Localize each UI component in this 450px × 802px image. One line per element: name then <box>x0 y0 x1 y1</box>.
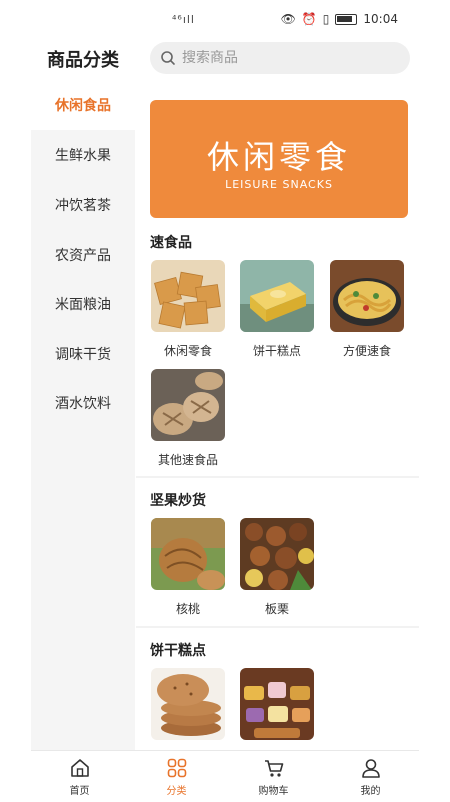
product-image <box>330 260 404 332</box>
tab-label: 分类 <box>166 785 187 797</box>
vibrate-icon: ▯ <box>322 12 330 26</box>
product-image <box>240 668 314 740</box>
banner-title: 休闲零食 <box>206 138 351 176</box>
sidebar-item-grain-oil[interactable]: 米面粮油 <box>31 279 135 329</box>
product-image <box>151 518 225 590</box>
search-bar[interactable] <box>150 42 410 74</box>
battery-icon <box>335 13 358 25</box>
tab-home[interactable]: 首页 <box>31 751 128 802</box>
banner-subtitle: LEISURE SNACKS <box>225 178 333 191</box>
section-title: 速食品 <box>150 235 192 251</box>
tab-label: 首页 <box>69 785 90 797</box>
product-label: 其他速食品 <box>157 453 218 467</box>
product-label: 方便速食 <box>342 344 391 358</box>
product-item-other-instant[interactable]: 其他速食品 <box>151 369 225 468</box>
product-label: 休闲零食 <box>163 344 212 358</box>
sidebar-item-seasoning[interactable]: 调味干货 <box>31 329 135 379</box>
page-title: 商品分类 <box>47 50 119 71</box>
product-image <box>151 668 225 740</box>
tab-label: 我的 <box>360 785 381 797</box>
tab-cart[interactable]: 购物车 <box>225 751 322 802</box>
sidebar-item-beverages[interactable]: 酒水饮料 <box>31 378 135 428</box>
signal-indicator: ⁴⁶ıll <box>172 13 195 26</box>
product-item-cookies[interactable] <box>151 668 225 740</box>
home-icon <box>70 758 89 777</box>
product-item-walnut[interactable]: 核桃 <box>151 518 225 617</box>
cart-icon <box>264 759 283 777</box>
tab-profile[interactable]: 我的 <box>322 751 419 802</box>
product-item-chestnut[interactable]: 板栗 <box>240 518 314 617</box>
section-title: 饼干糕点 <box>150 643 206 659</box>
product-item-biscuits[interactable]: 饼干糕点 <box>240 260 314 359</box>
product-item-pastries[interactable] <box>240 668 314 740</box>
status-icons: 👁 ⏰ ▯ 10:04 <box>281 12 398 26</box>
profile-icon <box>361 758 380 778</box>
section-divider <box>136 626 419 628</box>
category-sidebar: 休闲食品 生鲜水果 冲饮茗茶 农资产品 米面粮油 调味干货 酒水饮料 <box>31 80 135 752</box>
category-banner[interactable]: 休闲零食 LEISURE SNACKS <box>150 100 408 218</box>
alarm-icon: ⏰ <box>301 12 317 26</box>
category-icon <box>167 758 186 777</box>
product-image <box>240 260 314 332</box>
status-bar: ⁴⁶ıll 👁 ⏰ ▯ 10:04 <box>0 0 450 40</box>
category-content: 休闲零食 LEISURE SNACKS 速食品 休闲零食 饼干糕点 方便速食 其… <box>136 80 419 752</box>
product-label: 饼干糕点 <box>252 344 301 358</box>
sidebar-item-snacks[interactable]: 休闲食品 <box>31 80 135 130</box>
product-image <box>240 518 314 590</box>
sidebar-item-agri-products[interactable]: 农资产品 <box>31 230 135 280</box>
section-divider <box>136 476 419 478</box>
section-title: 坚果炒货 <box>150 493 206 509</box>
search-icon <box>161 51 175 65</box>
product-label: 板栗 <box>264 602 289 616</box>
product-image <box>151 260 225 332</box>
product-label: 核桃 <box>175 602 200 616</box>
status-time: 10:04 <box>363 12 398 26</box>
tab-label: 购物车 <box>258 785 289 797</box>
eye-icon: 👁 <box>280 12 296 26</box>
sidebar-item-fresh-fruit[interactable]: 生鲜水果 <box>31 130 135 180</box>
bottom-tab-bar: 首页 分类 购物车 我的 <box>31 750 419 802</box>
product-item-instant-food[interactable]: 方便速食 <box>330 260 404 359</box>
product-item-snacks[interactable]: 休闲零食 <box>151 260 225 359</box>
product-image <box>151 369 225 441</box>
sidebar-item-drinks-tea[interactable]: 冲饮茗茶 <box>31 180 135 230</box>
tab-category[interactable]: 分类 <box>128 751 225 802</box>
search-input[interactable] <box>182 50 382 66</box>
